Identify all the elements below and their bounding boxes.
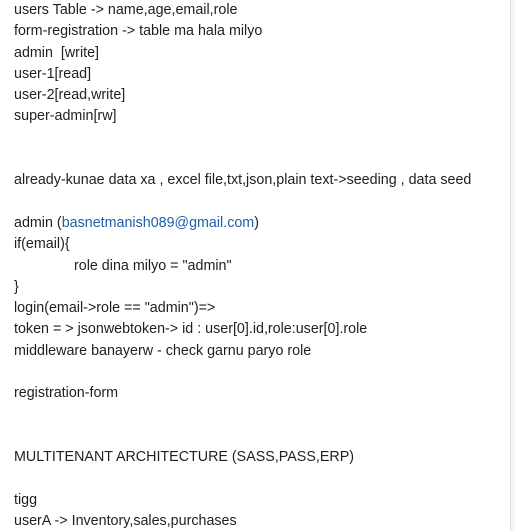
note-line: super-admin[rw] [14,108,117,125]
note-line: users Table -> name,age,email,role [14,2,238,18]
note-line: already-kunae data xa , excel file,txt,j… [14,172,472,189]
note-line: MULTITENANT ARCHITECTURE (SASS,PASS,ERP) [14,449,354,466]
note-line: userA -> Inventory,sales,purchases [14,513,237,530]
note-page: users Table -> name,age,email,role form-… [0,0,511,531]
note-line: tigg [14,491,38,508]
note-line: admin [write] [14,44,100,61]
note-line-admin-email: admin (basnetmanish089@gmail.com) [14,213,502,234]
note-line-indented: role dina milyo = "admin" [74,257,232,274]
note-line: } [14,278,19,295]
note-line: middleware banayerw - check garnu paryo … [14,342,312,359]
email-link[interactable]: basnetmanish089@gmail.com [62,215,255,231]
note-line: token = > jsonwebtoken-> id : user[0].id… [14,321,368,338]
admin-prefix: admin ( [14,214,62,231]
note-line: if(email){ [14,236,70,253]
note-body[interactable]: users Table -> name,age,email,role form-… [14,0,502,532]
note-line: registration-form [14,385,119,402]
note-line: login(email->role == "admin")=> [14,300,216,317]
note-line: user-1[read] [14,65,92,82]
admin-suffix: ) [254,214,259,231]
note-line: form-registration -> table ma hala milyo [14,23,263,40]
vertical-scrollbar[interactable] [511,0,515,531]
note-line: user-2[read,write] [14,87,126,104]
